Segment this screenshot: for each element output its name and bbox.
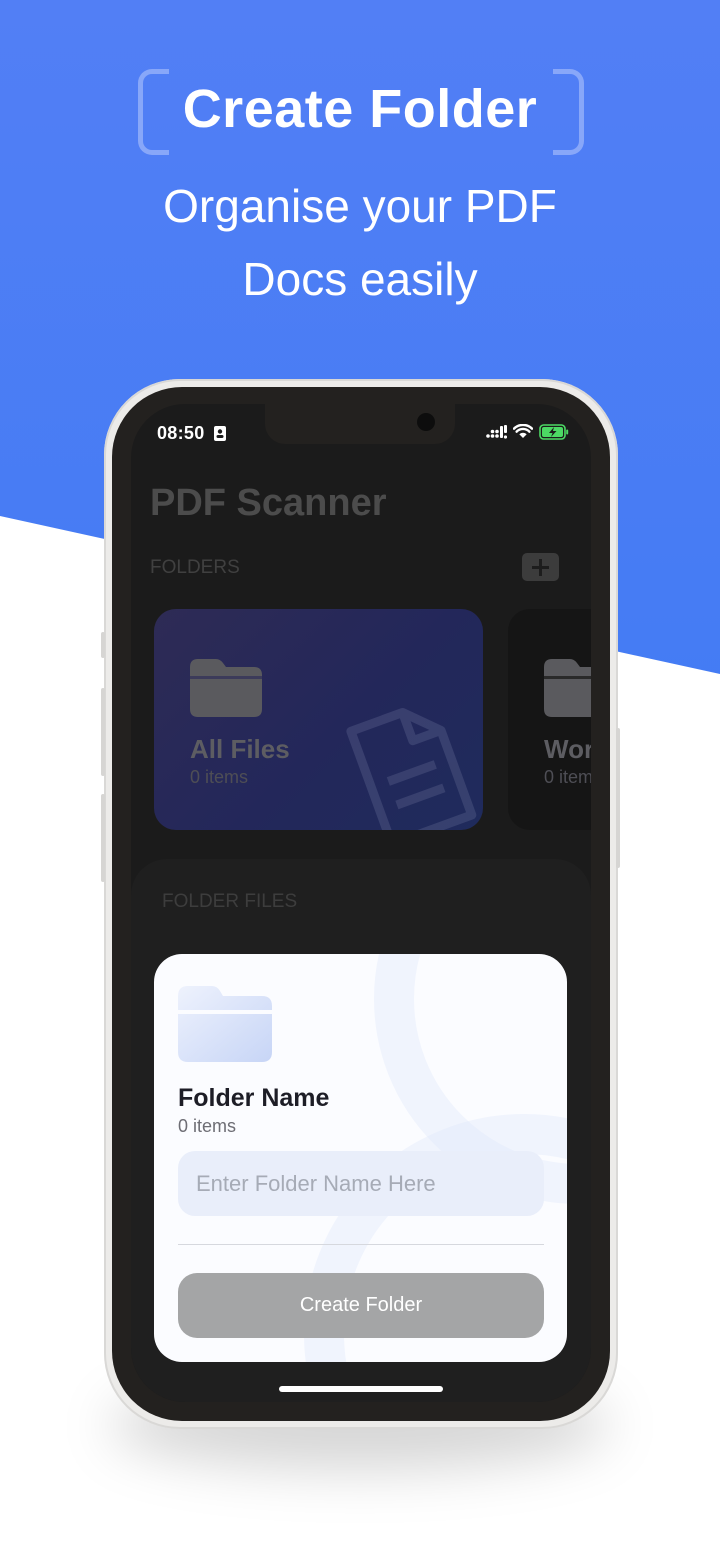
front-camera bbox=[417, 413, 435, 431]
promo-subtitle-line-1: Organise your PDF bbox=[163, 180, 557, 232]
wifi-icon bbox=[512, 423, 534, 444]
mute-switch bbox=[101, 632, 105, 658]
dialog-item-count: 0 items bbox=[178, 1116, 237, 1136]
folder-icon bbox=[178, 986, 272, 1062]
home-indicator[interactable] bbox=[279, 1386, 443, 1392]
folders-section-label: FOLDERS bbox=[150, 557, 240, 578]
folder-card-name: All Files bbox=[190, 734, 290, 764]
add-folder-button[interactable] bbox=[522, 553, 559, 581]
folder-icon bbox=[544, 659, 591, 717]
folder-card-count: 0 item bbox=[544, 767, 591, 787]
folder-icon bbox=[190, 659, 262, 717]
notch bbox=[265, 404, 455, 444]
volume-down-button bbox=[101, 794, 105, 882]
status-time: 08:50 bbox=[157, 423, 226, 446]
folder-card-name: Wor bbox=[544, 734, 591, 764]
folder-files-label: FOLDER FILES bbox=[162, 891, 298, 912]
folder-card-count: 0 items bbox=[190, 767, 249, 787]
folder-card-all-files[interactable]: All Files 0 items bbox=[154, 609, 483, 830]
status-icons bbox=[486, 423, 569, 445]
app-title: PDF Scanner bbox=[150, 482, 387, 524]
volume-up-button bbox=[101, 688, 105, 776]
battery-charging-icon bbox=[539, 423, 569, 445]
status-time-text: 08:50 bbox=[157, 423, 205, 443]
dialog-title: Folder Name bbox=[178, 1084, 330, 1112]
document-watermark-icon bbox=[346, 707, 477, 830]
create-folder-dialog: Folder Name 0 items Create Folder bbox=[154, 954, 567, 1362]
promo-subtitle-line-2: Docs easily bbox=[242, 253, 478, 305]
dialog-divider bbox=[178, 1244, 544, 1245]
phone-screen: 08:50 PDF Scanner FOLDERS All Files 0 it… bbox=[131, 404, 591, 1402]
folder-name-input[interactable] bbox=[178, 1151, 544, 1216]
power-button bbox=[616, 728, 620, 868]
signal-icon bbox=[486, 424, 508, 444]
promo-subtitle: Organise your PDF Docs easily bbox=[0, 170, 720, 316]
contact-card-icon bbox=[213, 425, 226, 446]
promo-headline: Create Folder bbox=[182, 79, 538, 139]
create-folder-button[interactable]: Create Folder bbox=[178, 1273, 544, 1338]
folder-card-work[interactable]: Wor 0 item bbox=[508, 609, 591, 830]
